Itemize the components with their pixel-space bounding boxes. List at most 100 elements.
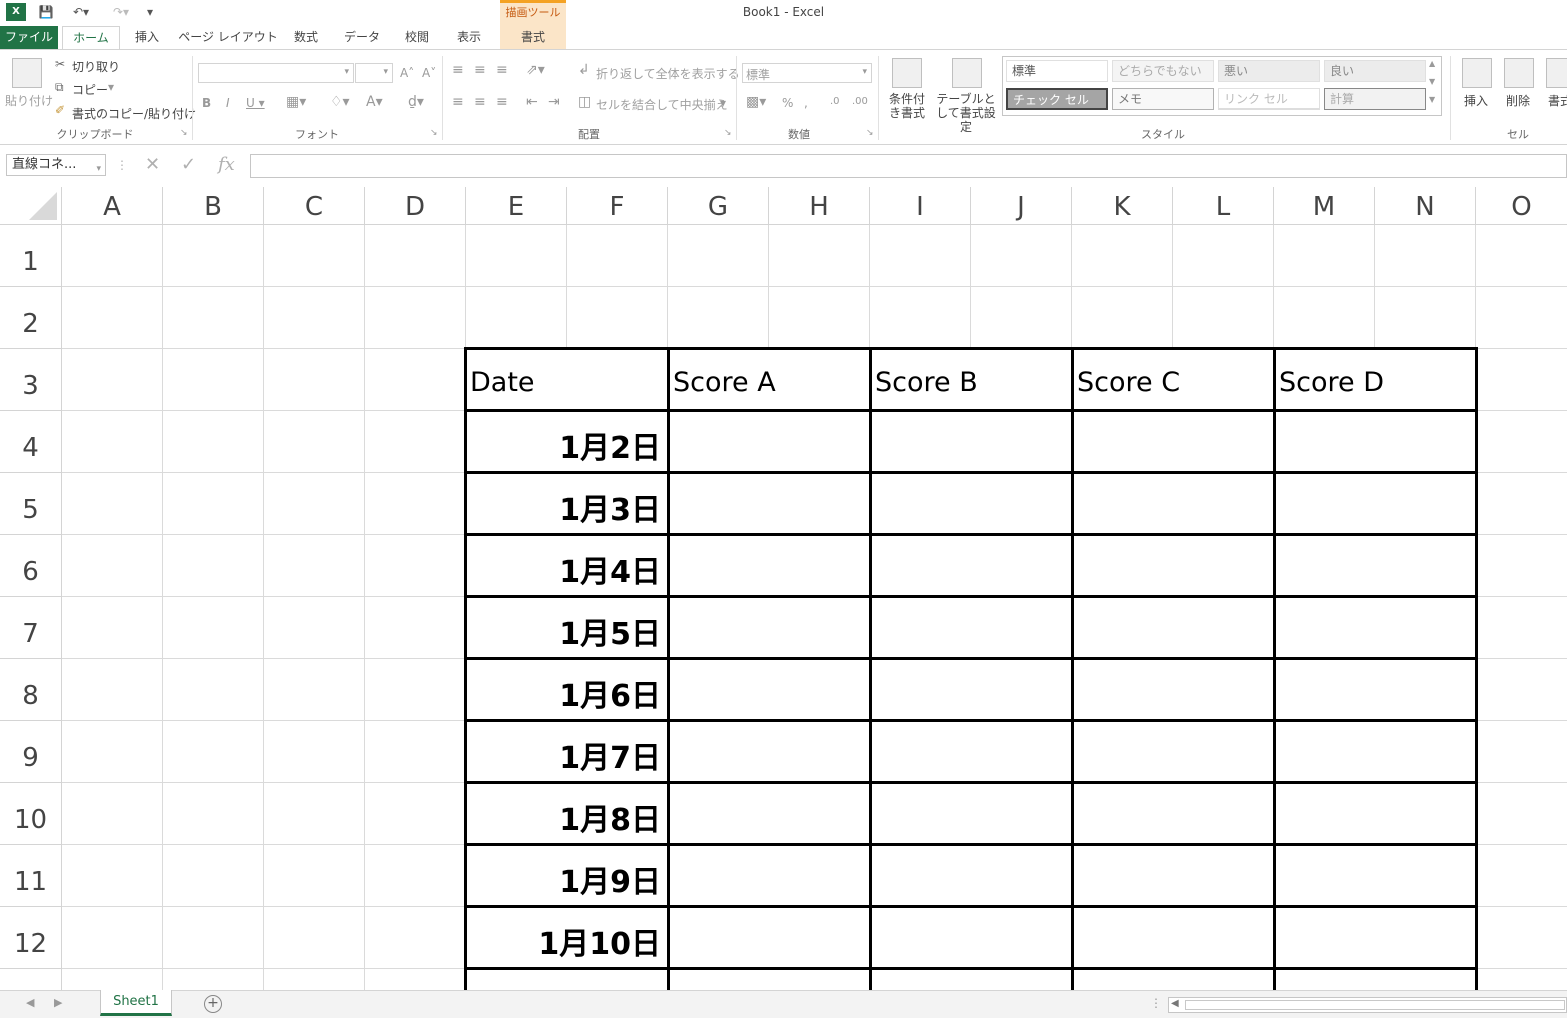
insert-cells-icon[interactable] <box>1462 58 1492 88</box>
style-neutral[interactable]: どちらでもない <box>1112 60 1214 82</box>
row-header-10[interactable]: 10 <box>0 783 62 845</box>
format-as-table-icon[interactable] <box>952 58 982 88</box>
score-cell[interactable] <box>1071 533 1276 598</box>
score-cell[interactable] <box>1071 719 1276 784</box>
col-header-o[interactable]: O <box>1476 187 1567 225</box>
tab-page-layout[interactable]: ページ レイアウト <box>178 26 278 49</box>
font-launcher-icon[interactable]: ↘ <box>430 128 438 138</box>
align-center-icon[interactable]: ≡ <box>474 94 486 110</box>
row-header-6[interactable]: 6 <box>0 535 62 597</box>
score-cell[interactable] <box>869 471 1074 536</box>
score-cell[interactable] <box>1071 471 1276 536</box>
scroll-left-icon[interactable]: ◀ <box>1171 998 1179 1009</box>
row-header-1[interactable]: 1 <box>0 225 62 287</box>
tab-format[interactable]: 書式 <box>500 26 566 49</box>
score-cell[interactable] <box>869 409 1074 474</box>
enter-icon[interactable]: ✓ <box>181 154 196 176</box>
header-score-b[interactable]: Score B <box>869 347 1074 412</box>
add-sheet-icon[interactable]: + <box>204 995 222 1013</box>
score-cell[interactable] <box>869 967 1074 990</box>
date-cell[interactable]: 1月10日 <box>464 905 670 970</box>
date-cell[interactable] <box>464 967 670 990</box>
currency-icon[interactable]: ▩▾ <box>746 94 766 110</box>
tab-view[interactable]: 表示 <box>448 26 490 49</box>
cut-button[interactable]: 切り取り <box>72 58 120 75</box>
score-cell[interactable] <box>869 533 1074 598</box>
conditional-formatting-icon[interactable] <box>892 58 922 88</box>
score-cell[interactable] <box>1071 967 1276 990</box>
row-header-4[interactable]: 4 <box>0 411 62 473</box>
col-header-l[interactable]: L <box>1173 187 1274 225</box>
row-header-11[interactable]: 11 <box>0 845 62 907</box>
col-header-e[interactable]: E <box>466 187 567 225</box>
font-name-dropdown[interactable]: ▾ <box>198 63 354 83</box>
align-left-icon[interactable]: ≡ <box>452 94 464 110</box>
score-cell[interactable] <box>1273 471 1478 536</box>
paste-icon[interactable] <box>12 58 42 88</box>
col-header-f[interactable]: F <box>567 187 668 225</box>
col-header-a[interactable]: A <box>62 187 163 225</box>
paste-button[interactable]: 貼り付け <box>5 92 53 109</box>
merge-center-button[interactable]: セルを結合して中央揃え <box>596 96 728 113</box>
score-cell[interactable] <box>1071 905 1276 970</box>
row-header-3[interactable]: 3 <box>0 349 62 411</box>
align-right-icon[interactable]: ≡ <box>496 94 508 110</box>
score-cell[interactable] <box>667 967 872 990</box>
style-check-cell[interactable]: チェック セル <box>1006 88 1108 110</box>
orientation-icon[interactable]: ⇗▾ <box>526 62 545 78</box>
date-cell[interactable]: 1月5日 <box>464 595 670 660</box>
score-cell[interactable] <box>869 781 1074 846</box>
date-cell[interactable]: 1月3日 <box>464 471 670 536</box>
score-cell[interactable] <box>1071 595 1276 660</box>
tab-formulas[interactable]: 数式 <box>286 26 326 49</box>
col-header-i[interactable]: I <box>870 187 971 225</box>
score-cell[interactable] <box>869 905 1074 970</box>
tab-file[interactable]: ファイル <box>0 26 58 49</box>
score-cell[interactable] <box>1273 781 1478 846</box>
style-note[interactable]: メモ <box>1112 88 1214 110</box>
score-cell[interactable] <box>1273 595 1478 660</box>
alignment-launcher-icon[interactable]: ↘ <box>724 128 732 138</box>
decrease-decimal-icon[interactable]: .00 <box>852 96 868 107</box>
score-cell[interactable] <box>667 843 872 908</box>
fill-color-icon[interactable]: ♢▾ <box>330 94 350 110</box>
style-bad[interactable]: 悪い <box>1218 60 1320 82</box>
score-cell[interactable] <box>1273 719 1478 784</box>
row-header-2[interactable]: 2 <box>0 287 62 349</box>
style-linked-cell[interactable]: リンク セル <box>1218 88 1320 110</box>
score-cell[interactable] <box>667 719 872 784</box>
increase-indent-icon[interactable]: ⇥ <box>548 94 560 110</box>
date-cell[interactable]: 1月4日 <box>464 533 670 598</box>
header-date[interactable]: Date <box>464 347 670 412</box>
conditional-formatting-button[interactable]: 条件付き書式 <box>884 92 930 120</box>
style-normal[interactable]: 標準 <box>1006 60 1108 82</box>
align-middle-icon[interactable]: ≡ <box>474 62 486 78</box>
underline-icon[interactable]: U ▾ <box>246 96 265 110</box>
insert-function-icon[interactable]: fx <box>218 154 235 176</box>
number-format-dropdown[interactable]: 標準 ▾ <box>742 63 872 83</box>
comma-icon[interactable]: , <box>804 96 808 110</box>
score-cell[interactable] <box>1071 657 1276 722</box>
date-cell[interactable]: 1月6日 <box>464 657 670 722</box>
col-header-c[interactable]: C <box>264 187 365 225</box>
borders-icon[interactable]: ▦▾ <box>286 94 306 110</box>
wrap-text-icon[interactable]: ↲ <box>578 62 590 78</box>
row-header-5[interactable]: 5 <box>0 473 62 535</box>
horizontal-scrollbar[interactable]: ◀ <box>1168 997 1567 1013</box>
copy-dropdown-icon[interactable]: ▾ <box>108 80 114 94</box>
decrease-indent-icon[interactable]: ⇤ <box>526 94 538 110</box>
score-cell[interactable] <box>667 409 872 474</box>
score-cell[interactable] <box>667 471 872 536</box>
increase-decimal-icon[interactable]: .0 <box>830 96 840 107</box>
date-cell[interactable]: 1月8日 <box>464 781 670 846</box>
score-cell[interactable] <box>1273 533 1478 598</box>
scroll-thumb[interactable] <box>1185 1000 1565 1010</box>
gallery-more-icon[interactable]: ▼ <box>1429 95 1435 104</box>
format-cells-button[interactable]: 書式 <box>1548 92 1567 109</box>
insert-cells-button[interactable]: 挿入 <box>1464 92 1488 109</box>
align-top-icon[interactable]: ≡ <box>452 62 464 78</box>
gallery-scroll[interactable]: ▲ ▼ ▼ <box>1429 59 1439 113</box>
font-size-dropdown[interactable]: ▾ <box>355 63 393 83</box>
score-cell[interactable] <box>869 843 1074 908</box>
gallery-down-icon[interactable]: ▼ <box>1429 77 1435 86</box>
